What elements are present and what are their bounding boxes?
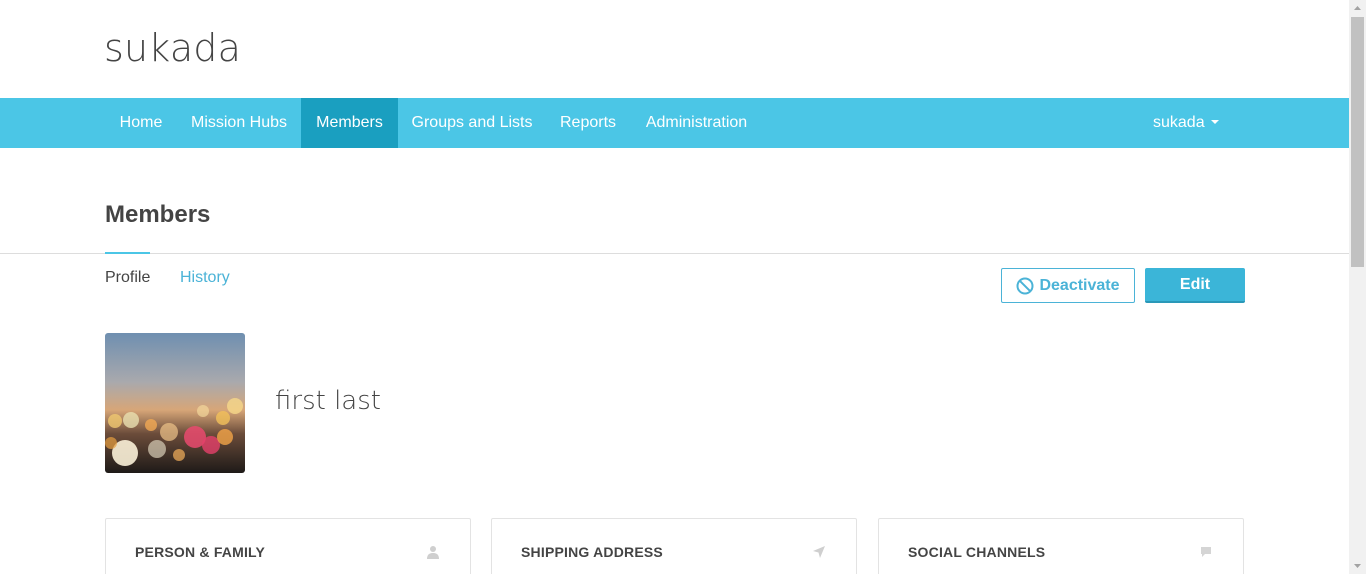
location-arrow-icon	[813, 546, 825, 558]
card-title: PERSON & FAMILY	[135, 544, 266, 560]
page-scrollbar[interactable]	[1349, 0, 1366, 574]
card-title: SHIPPING ADDRESS	[521, 544, 663, 560]
deactivate-button[interactable]: Deactivate	[1001, 268, 1135, 303]
user-menu-label: sukada	[1153, 114, 1205, 131]
tab-history[interactable]: History	[180, 269, 230, 287]
nav-item-administration[interactable]: Administration	[630, 98, 763, 148]
card-title: SOCIAL CHANNELS	[908, 544, 1046, 560]
tab-profile[interactable]: Profile	[105, 269, 150, 287]
nav-item-home[interactable]: Home	[105, 98, 177, 148]
deactivate-label: Deactivate	[1039, 276, 1120, 294]
person-icon	[427, 546, 439, 559]
nav-item-groups-and-lists[interactable]: Groups and Lists	[398, 98, 546, 148]
nav-item-members[interactable]: Members	[301, 98, 398, 148]
scroll-up-icon[interactable]	[1349, 0, 1366, 17]
person-family-card: PERSON & FAMILY	[105, 518, 471, 574]
title-underline	[105, 252, 150, 254]
org-title: sukada	[104, 26, 242, 70]
scrollbar-thumb[interactable]	[1351, 17, 1364, 267]
chat-bubble-icon	[1201, 547, 1211, 557]
title-divider	[0, 253, 1349, 254]
main-navbar: Home Mission Hubs Members Groups and Lis…	[0, 98, 1349, 148]
ban-icon	[1016, 277, 1034, 294]
member-name: first last	[275, 386, 381, 416]
social-channels-card: SOCIAL CHANNELS	[878, 518, 1244, 574]
scroll-down-icon[interactable]	[1349, 557, 1366, 574]
nav-item-reports[interactable]: Reports	[546, 98, 630, 148]
nav-item-mission-hubs[interactable]: Mission Hubs	[177, 98, 301, 148]
user-menu-dropdown[interactable]: sukada	[1153, 98, 1219, 148]
shipping-address-card: SHIPPING ADDRESS	[491, 518, 857, 574]
edit-button[interactable]: Edit	[1145, 268, 1245, 303]
avatar	[105, 333, 245, 473]
page-title: Members	[105, 201, 211, 228]
caret-down-icon	[1210, 119, 1219, 124]
